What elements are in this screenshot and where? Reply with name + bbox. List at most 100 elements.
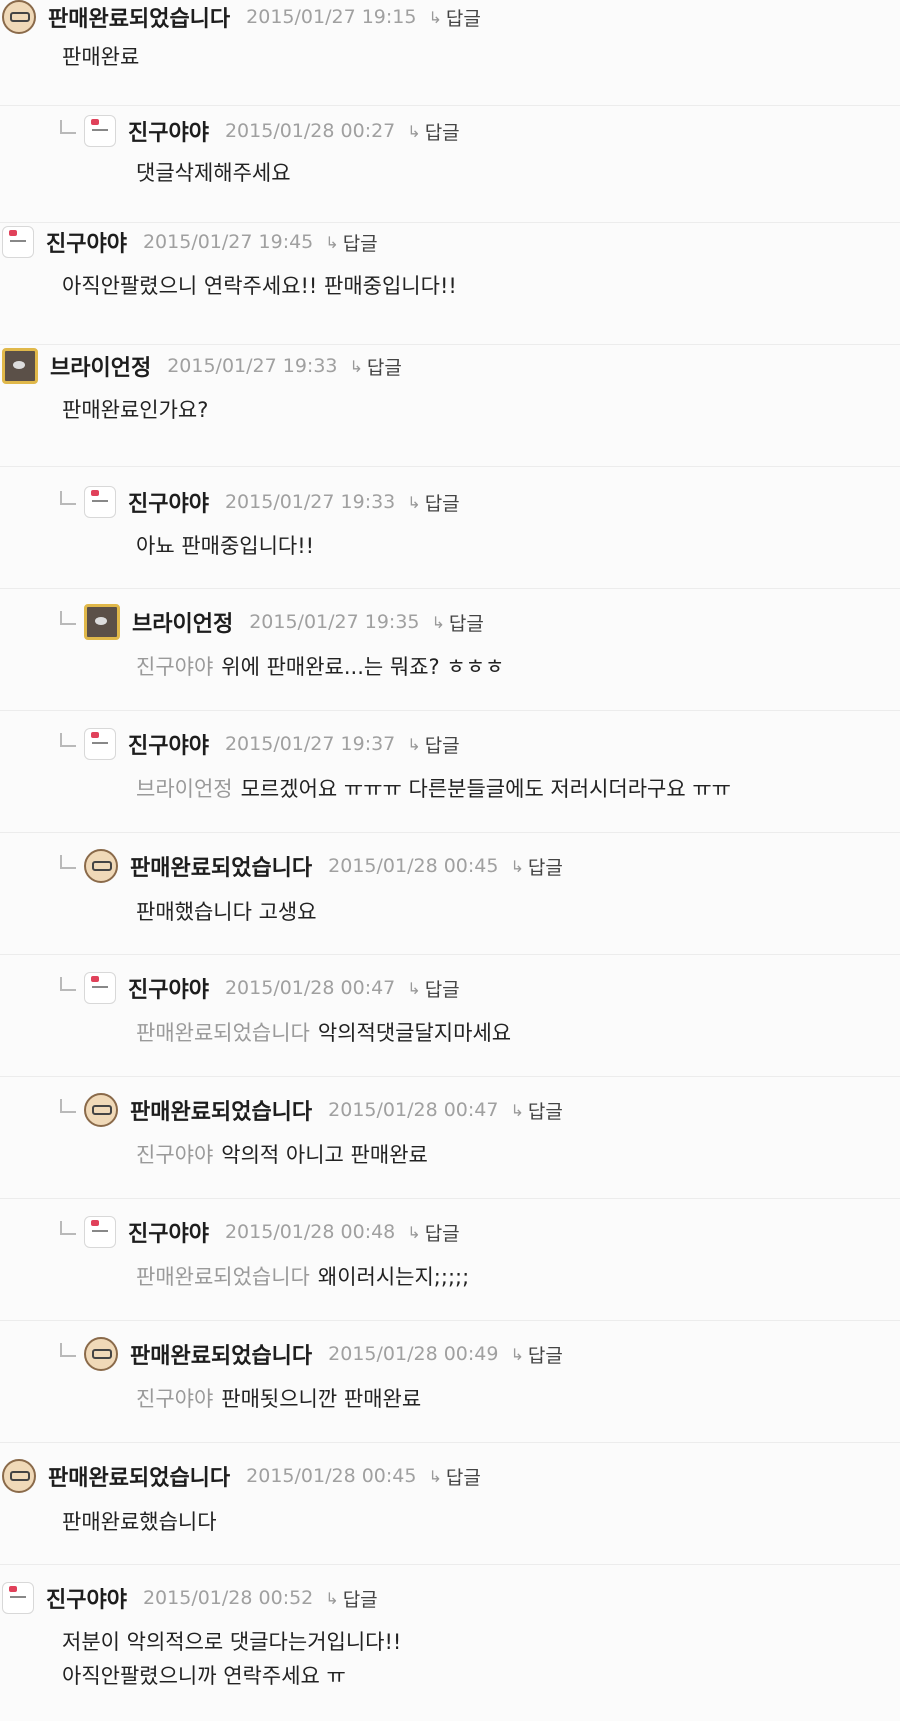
mention-name[interactable]: 브라이언정 (136, 777, 233, 801)
comment-date: 2015/01/27 19:37 (224, 733, 396, 755)
hello-kitty-avatar-icon[interactable] (84, 486, 116, 518)
comment-item: 판매완료되었습니다 2015/01/28 00:45 ↳ 답글 판매했습니다 고생… (0, 832, 900, 954)
comment-author[interactable]: 브라이언정 (50, 350, 151, 382)
reply-button[interactable]: ↳ 답글 (325, 1585, 377, 1612)
comment-author[interactable]: 판매완료되었습니다 (130, 1338, 312, 1370)
comment-author[interactable]: 진구야야 (128, 972, 209, 1004)
hello-kitty-avatar-icon[interactable] (84, 728, 116, 760)
reply-arrow-icon: ↳ (325, 1588, 339, 1608)
comment-author[interactable]: 브라이언정 (132, 606, 233, 638)
comment-text: 위에 판매완료...는 뭐죠? ㅎㅎㅎ (221, 655, 505, 679)
reply-button[interactable]: ↳ 답글 (407, 118, 459, 145)
comment-text: 판매완료 (62, 45, 140, 69)
reply-arrow-icon: ↳ (407, 1222, 421, 1242)
comment-date: 2015/01/28 00:27 (224, 120, 396, 142)
reply-button[interactable]: ↳ 답글 (510, 1097, 562, 1124)
reply-label: 답글 (445, 1466, 481, 1489)
reply-button[interactable]: ↳ 답글 (428, 4, 480, 31)
old-man-avatar-icon[interactable] (84, 849, 118, 883)
reply-button[interactable]: ↳ 답글 (428, 1463, 480, 1490)
mention-name[interactable]: 진구야야 (136, 655, 213, 679)
mention-name[interactable]: 진구야야 (136, 1143, 213, 1167)
comment-text: 판매완료인가요? (62, 398, 209, 422)
reply-arrow-icon: ↳ (407, 978, 421, 998)
reply-button[interactable]: ↳ 답글 (510, 1341, 562, 1368)
reply-button[interactable]: ↳ 답글 (407, 731, 459, 758)
reply-arrow-icon: ↳ (510, 1100, 524, 1120)
reply-arrow-icon: ↳ (428, 7, 442, 27)
comment-author[interactable]: 진구야야 (46, 226, 127, 258)
reply-indent-icon (60, 733, 76, 747)
comment-date: 2015/01/28 00:47 (328, 1099, 499, 1121)
comment-date: 2015/01/27 19:45 (142, 231, 314, 253)
comment-date: 2015/01/28 00:52 (142, 1587, 314, 1609)
comment-text-line: 저분이 악의적으로 댓글다는거입니다!! (62, 1630, 402, 1654)
comment-date: 2015/01/28 00:48 (224, 1221, 396, 1243)
comment-body: 진구야야 판매됫으니깐 판매완료 (136, 1383, 421, 1413)
comment-item: 판매완료되었습니다 2015/01/27 19:15 ↳ 답글 판매완료 (0, 0, 900, 105)
brian-avatar-icon[interactable] (2, 348, 38, 384)
comment-text: 판매완료했습니다 (62, 1510, 217, 1534)
comment-body: 진구야야 위에 판매완료...는 뭐죠? ㅎㅎㅎ (136, 651, 504, 681)
reply-button[interactable]: ↳ 답글 (407, 489, 459, 516)
reply-button[interactable]: ↳ 답글 (407, 1219, 459, 1246)
reply-label: 답글 (342, 1588, 378, 1611)
hello-kitty-avatar-icon[interactable] (84, 1216, 116, 1248)
reply-arrow-icon: ↳ (407, 734, 421, 754)
comment-author[interactable]: 진구야야 (128, 486, 209, 518)
comment-body: 브라이언정 모르겠어요 ㅠㅠㅠ 다른분들글에도 저러시더라구요 ㅠㅠ (136, 773, 731, 803)
reply-button[interactable]: ↳ 답글 (325, 229, 377, 256)
comment-item: 진구야야 2015/01/28 00:27 ↳ 답글 댓글삭제해주세요 (0, 105, 900, 227)
comment-body: 판매완료되었습니다 악의적댓글달지마세요 (136, 1017, 511, 1047)
reply-indent-icon (60, 855, 76, 869)
reply-arrow-icon: ↳ (325, 232, 339, 252)
mention-name[interactable]: 판매완료되었습니다 (136, 1265, 310, 1289)
old-man-avatar-icon[interactable] (84, 1093, 118, 1127)
comment-text: 악의적 아니고 판매완료 (221, 1143, 428, 1167)
comment-body: 판매완료했습니다 (62, 1505, 217, 1539)
reply-label: 답글 (527, 1344, 563, 1367)
reply-button[interactable]: ↳ 답글 (350, 353, 402, 380)
comment-author[interactable]: 진구야야 (128, 728, 209, 760)
reply-button[interactable]: ↳ 답글 (407, 975, 459, 1002)
old-man-avatar-icon[interactable] (2, 1459, 36, 1493)
reply-label: 답글 (527, 856, 563, 879)
comment-date: 2015/01/28 00:45 (328, 855, 499, 877)
comment-author[interactable]: 판매완료되었습니다 (130, 850, 312, 882)
comment-author[interactable]: 진구야야 (46, 1582, 127, 1614)
mention-name[interactable]: 판매완료되었습니다 (136, 1021, 310, 1045)
comment-body: 아직안팔렸으니 연락주세요!! 판매중입니다!! (62, 269, 457, 303)
comment-text: 판매했습니다 고생요 (136, 900, 317, 924)
reply-label: 답글 (424, 1222, 460, 1245)
mention-name[interactable]: 진구야야 (136, 1387, 213, 1411)
reply-label: 답글 (342, 232, 378, 255)
hello-kitty-avatar-icon[interactable] (84, 115, 116, 147)
comment-author[interactable]: 진구야야 (128, 1216, 209, 1248)
comment-author[interactable]: 판매완료되었습니다 (130, 1094, 312, 1126)
comment-author[interactable]: 판매완료되었습니다 (48, 1, 230, 33)
reply-arrow-icon: ↳ (510, 1344, 524, 1364)
comment-item: 브라이언정 2015/01/27 19:33 ↳ 답글 판매완료인가요? (0, 344, 900, 466)
reply-button[interactable]: ↳ 답글 (432, 609, 484, 636)
comment-body: 저분이 악의적으로 댓글다는거입니다!! 아직안팔렸으니까 연락주세요 ㅠ (62, 1625, 401, 1693)
reply-button[interactable]: ↳ 답글 (510, 853, 562, 880)
comment-item: 판매완료되었습니다 2015/01/28 00:47 ↳ 답글 진구야야 악의적 아… (0, 1076, 900, 1198)
comment-date: 2015/01/27 19:15 (246, 6, 417, 28)
hello-kitty-avatar-icon[interactable] (84, 972, 116, 1004)
comment-author[interactable]: 진구야야 (128, 115, 209, 147)
comment-text: 모르겠어요 ㅠㅠㅠ 다른분들글에도 저러시더라구요 ㅠㅠ (240, 777, 731, 801)
reply-label: 답글 (424, 978, 460, 1001)
comment-item: 판매완료되었습니다 2015/01/28 00:49 ↳ 답글 진구야야 판매됫으니… (0, 1320, 900, 1442)
comment-item: 진구야야 2015/01/28 00:52 ↳ 답글 저분이 악의적으로 댓글다는… (0, 1564, 900, 1721)
brian-avatar-icon[interactable] (84, 604, 120, 640)
reply-label: 답글 (366, 356, 402, 379)
hello-kitty-avatar-icon[interactable] (2, 1582, 34, 1614)
comment-author[interactable]: 판매완료되었습니다 (48, 1460, 230, 1492)
comment-date: 2015/01/28 00:45 (246, 1465, 417, 1487)
old-man-avatar-icon[interactable] (2, 0, 36, 34)
reply-indent-icon (60, 491, 76, 505)
comment-body: 진구야야 악의적 아니고 판매완료 (136, 1139, 428, 1169)
hello-kitty-avatar-icon[interactable] (2, 226, 34, 258)
old-man-avatar-icon[interactable] (84, 1337, 118, 1371)
reply-arrow-icon: ↳ (407, 492, 421, 512)
